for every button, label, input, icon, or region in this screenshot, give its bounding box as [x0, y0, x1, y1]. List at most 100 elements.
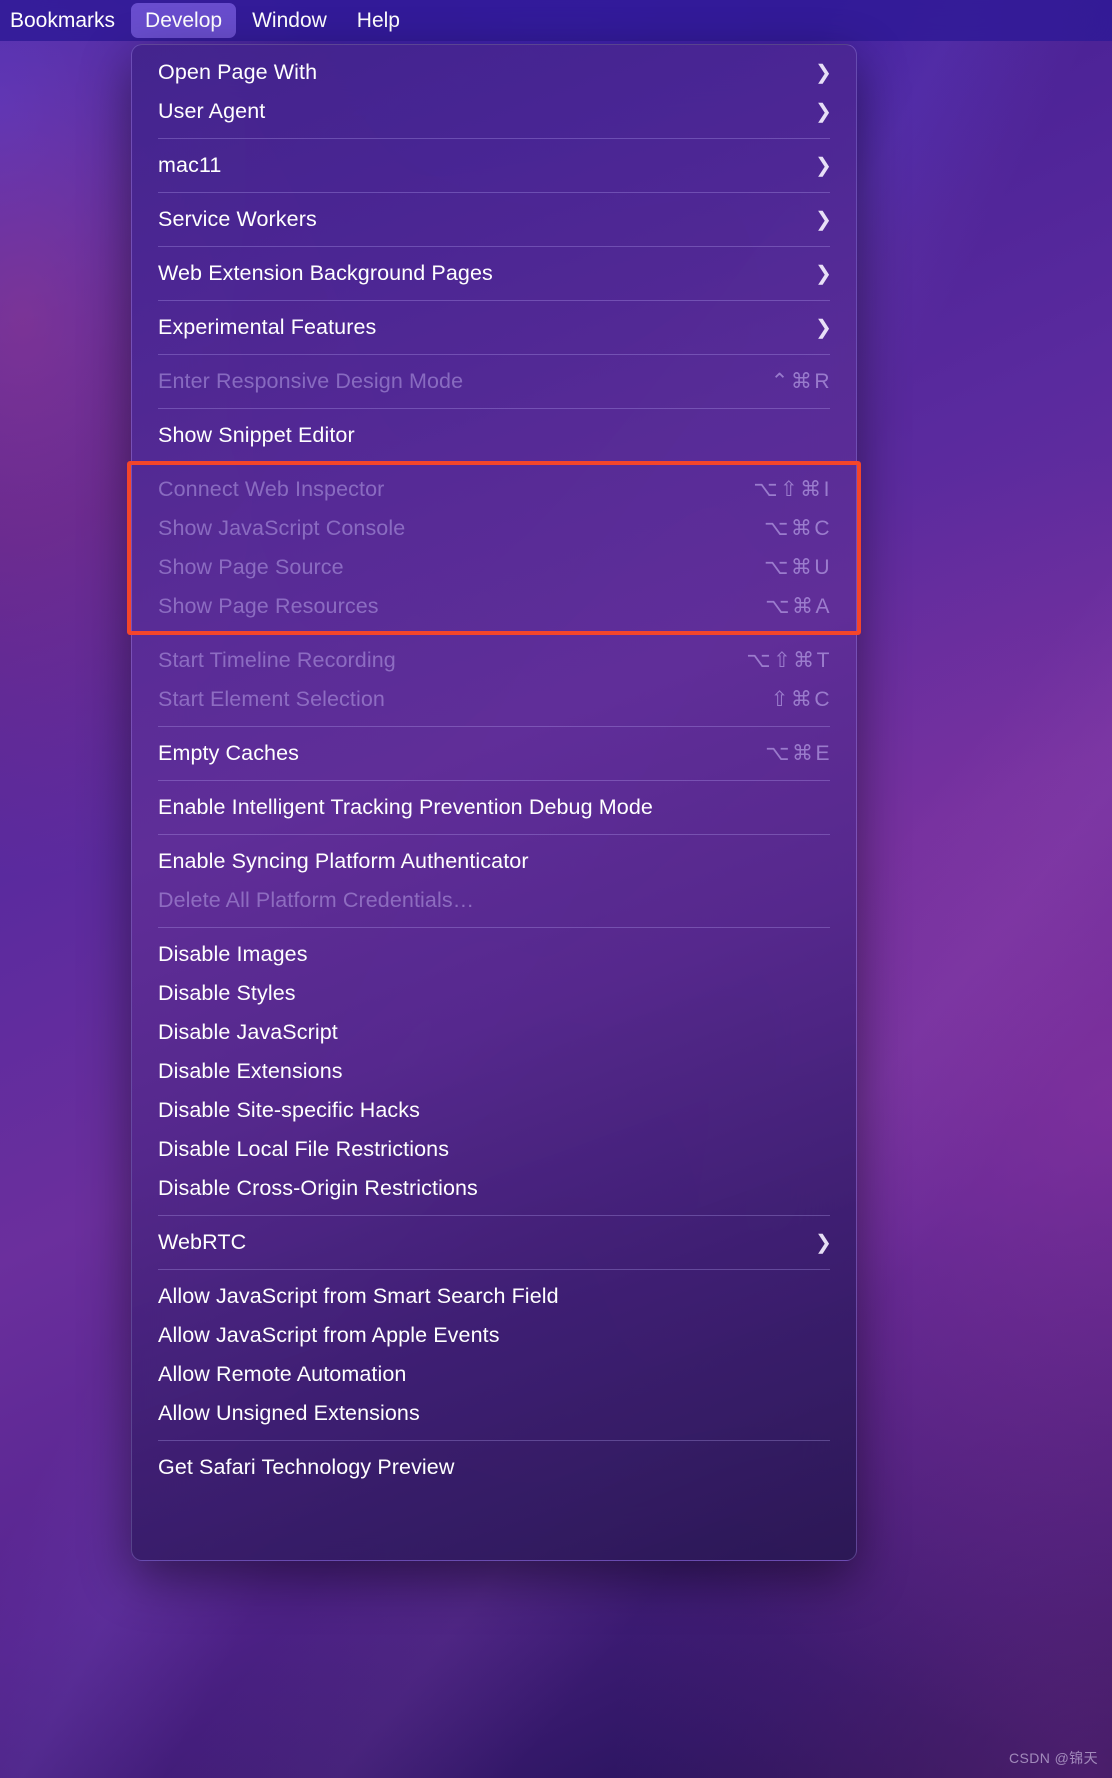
menu-item-shortcut: ⌃⌘R [770, 370, 832, 393]
menu-item-shortcut: ⌥⌘A [765, 595, 832, 618]
menu-item-label: Delete All Platform Credentials… [158, 888, 475, 912]
menu-item-mac11[interactable]: mac11 ❯ [132, 146, 856, 185]
menu-item-web-extension-background-pages[interactable]: Web Extension Background Pages ❯ [132, 254, 856, 293]
menu-item-disable-local-file-restrictions[interactable]: Disable Local File Restrictions [132, 1130, 856, 1169]
menu-item-label: Show Page Source [158, 555, 344, 579]
menu-item-label: Open Page With [158, 60, 318, 84]
chevron-right-icon: ❯ [815, 262, 832, 285]
menu-separator [158, 408, 830, 409]
menu-separator [158, 726, 830, 727]
menu-item-label: Web Extension Background Pages [158, 261, 493, 285]
menu-item-label: User Agent [158, 99, 266, 123]
menu-item-label: Disable Extensions [158, 1059, 343, 1083]
menu-item-enter-responsive-design-mode: Enter Responsive Design Mode ⌃⌘R [132, 362, 856, 401]
menu-item-label: Disable Site-specific Hacks [158, 1098, 420, 1122]
menu-item-user-agent[interactable]: User Agent ❯ [132, 92, 856, 131]
menu-item-label: Allow JavaScript from Apple Events [158, 1323, 500, 1347]
menu-item-shortcut: ⌥⌘U [764, 556, 832, 579]
menu-separator [158, 300, 830, 301]
macos-menu-bar: Bookmarks Develop Window Help [0, 0, 1112, 41]
menu-separator [158, 354, 830, 355]
menu-item-show-page-resources: Show Page Resources ⌥⌘A [132, 587, 856, 626]
menu-item-show-javascript-console: Show JavaScript Console ⌥⌘C [132, 509, 856, 548]
menu-item-enable-syncing-platform-authenticator[interactable]: Enable Syncing Platform Authenticator [132, 842, 856, 881]
menu-separator [158, 633, 830, 634]
menu-item-allow-javascript-from-smart-search-field[interactable]: Allow JavaScript from Smart Search Field [132, 1277, 856, 1316]
menu-item-show-snippet-editor[interactable]: Show Snippet Editor [132, 416, 856, 455]
menu-item-shortcut: ⌥⌘E [765, 742, 832, 765]
menu-separator [158, 462, 830, 463]
menu-separator [158, 1215, 830, 1216]
menu-item-disable-site-specific-hacks[interactable]: Disable Site-specific Hacks [132, 1091, 856, 1130]
chevron-right-icon: ❯ [815, 316, 832, 339]
menu-item-shortcut: ⌥⇧⌘I [753, 478, 832, 501]
menu-item-label: Enable Intelligent Tracking Prevention D… [158, 795, 653, 819]
menu-separator [158, 246, 830, 247]
chevron-right-icon: ❯ [815, 208, 832, 231]
menu-item-start-element-selection: Start Element Selection ⇧⌘C [132, 680, 856, 719]
menu-item-enable-intelligent-tracking-prevention-debug-mode[interactable]: Enable Intelligent Tracking Prevention D… [132, 788, 856, 827]
menu-separator [158, 1440, 830, 1441]
menubar-item-help[interactable]: Help [343, 3, 414, 38]
menu-separator [158, 1269, 830, 1270]
menu-item-label: Show JavaScript Console [158, 516, 406, 540]
menu-item-disable-javascript[interactable]: Disable JavaScript [132, 1013, 856, 1052]
menu-item-show-page-source: Show Page Source ⌥⌘U [132, 548, 856, 587]
menu-item-experimental-features[interactable]: Experimental Features ❯ [132, 308, 856, 347]
menu-item-label: WebRTC [158, 1230, 247, 1254]
menubar-item-develop[interactable]: Develop [131, 3, 237, 38]
menu-separator [158, 834, 830, 835]
menu-item-disable-styles[interactable]: Disable Styles [132, 974, 856, 1013]
menu-item-label: Allow Unsigned Extensions [158, 1401, 420, 1425]
menu-item-disable-extensions[interactable]: Disable Extensions [132, 1052, 856, 1091]
menu-separator [158, 780, 830, 781]
menu-item-label: Allow Remote Automation [158, 1362, 407, 1386]
menu-item-label: Enable Syncing Platform Authenticator [158, 849, 529, 873]
menu-item-start-timeline-recording: Start Timeline Recording ⌥⇧⌘T [132, 641, 856, 680]
menu-item-label: Start Timeline Recording [158, 648, 396, 672]
chevron-right-icon: ❯ [815, 100, 832, 123]
menu-separator [158, 138, 830, 139]
chevron-right-icon: ❯ [815, 61, 832, 84]
menubar-item-bookmarks[interactable]: Bookmarks [0, 3, 129, 38]
menu-item-label: Disable Styles [158, 981, 296, 1005]
menu-item-get-safari-technology-preview[interactable]: Get Safari Technology Preview [132, 1448, 856, 1487]
menu-item-shortcut: ⇧⌘C [770, 688, 832, 711]
menu-item-label: Start Element Selection [158, 687, 385, 711]
menu-item-connect-web-inspector: Connect Web Inspector ⌥⇧⌘I [132, 470, 856, 509]
menu-item-label: Disable Local File Restrictions [158, 1137, 450, 1161]
menu-item-disable-cross-origin-restrictions[interactable]: Disable Cross-Origin Restrictions [132, 1169, 856, 1208]
menu-item-label: Get Safari Technology Preview [158, 1455, 455, 1479]
menu-item-allow-javascript-from-apple-events[interactable]: Allow JavaScript from Apple Events [132, 1316, 856, 1355]
menu-item-label: Experimental Features [158, 315, 377, 339]
menu-item-label: Connect Web Inspector [158, 477, 385, 501]
menubar-item-window[interactable]: Window [238, 3, 341, 38]
menu-item-label: Disable Images [158, 942, 308, 966]
develop-dropdown-menu: Open Page With ❯ User Agent ❯ mac11 ❯ Service … [131, 44, 857, 1561]
menu-item-disable-images[interactable]: Disable Images [132, 935, 856, 974]
menu-item-label: Enter Responsive Design Mode [158, 369, 464, 393]
menu-item-allow-unsigned-extensions[interactable]: Allow Unsigned Extensions [132, 1394, 856, 1433]
menu-item-open-page-with[interactable]: Open Page With ❯ [132, 53, 856, 92]
menu-item-label: Service Workers [158, 207, 317, 231]
menu-item-shortcut: ⌥⌘C [764, 517, 832, 540]
menu-item-shortcut: ⌥⇧⌘T [746, 649, 832, 672]
menu-item-webrtc[interactable]: WebRTC ❯ [132, 1223, 856, 1262]
chevron-right-icon: ❯ [815, 154, 832, 177]
menu-separator [158, 192, 830, 193]
menu-item-empty-caches[interactable]: Empty Caches ⌥⌘E [132, 734, 856, 773]
menu-item-label: Disable Cross-Origin Restrictions [158, 1176, 478, 1200]
menu-item-label: Show Page Resources [158, 594, 379, 618]
menu-item-label: Allow JavaScript from Smart Search Field [158, 1284, 559, 1308]
watermark-text: CSDN @锦天 [1009, 1750, 1098, 1766]
desktop-wallpaper: Bookmarks Develop Window Help Open Page Wit… [0, 0, 1112, 1778]
chevron-right-icon: ❯ [815, 1231, 832, 1254]
menu-item-service-workers[interactable]: Service Workers ❯ [132, 200, 856, 239]
menu-item-delete-all-platform-credentials: Delete All Platform Credentials… [132, 881, 856, 920]
menu-item-label: Disable JavaScript [158, 1020, 338, 1044]
menu-item-label: Show Snippet Editor [158, 423, 355, 447]
menu-item-allow-remote-automation[interactable]: Allow Remote Automation [132, 1355, 856, 1394]
menu-item-label: mac11 [158, 153, 222, 177]
menu-item-label: Empty Caches [158, 741, 300, 765]
menu-separator [158, 927, 830, 928]
